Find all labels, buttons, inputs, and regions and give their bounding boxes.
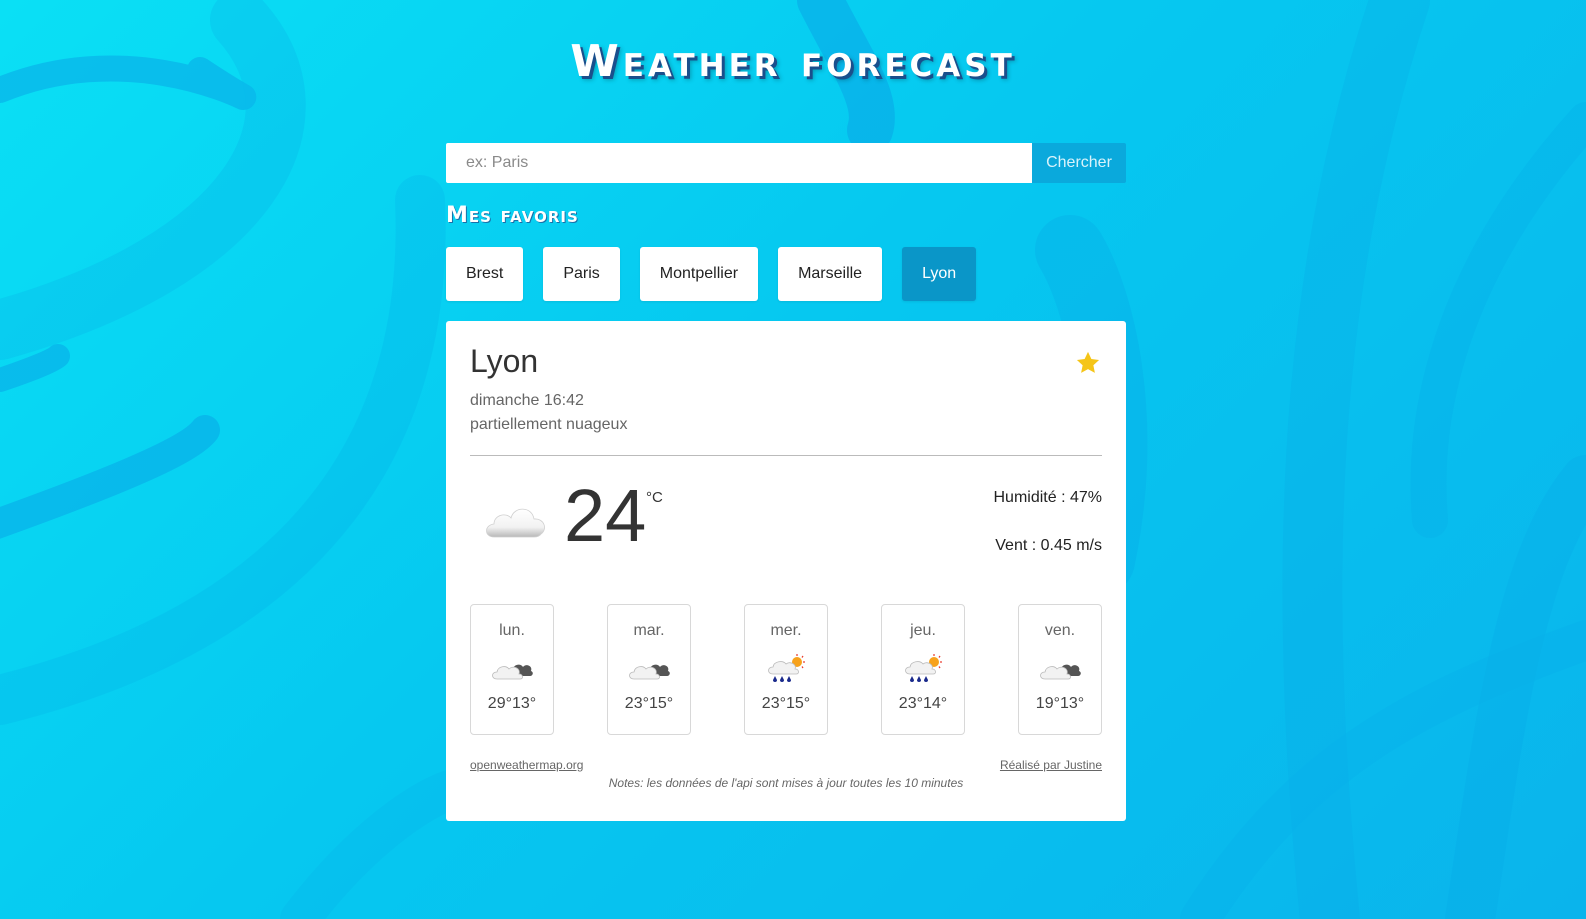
date-time: dimanche 16:42 xyxy=(470,392,584,409)
forecast-temps: 23°15° xyxy=(761,695,811,712)
forecast-temps: 19°13° xyxy=(1035,695,1085,712)
partly-cloudy-icon xyxy=(629,664,670,680)
forecast-day: ven. 19°13° xyxy=(1018,604,1102,735)
forecast-day-name: ven. xyxy=(1044,622,1076,639)
source-link[interactable]: openweathermap.org xyxy=(470,758,583,772)
divider xyxy=(470,455,1102,456)
forecast-day: mar. 23°15° xyxy=(607,604,691,735)
forecast-temps: 23°14° xyxy=(898,695,948,712)
page-title: Weather forecast xyxy=(570,36,1016,87)
rain-sun-icon xyxy=(768,654,805,682)
api-notes: Notes: les données de l'api sont mises à… xyxy=(608,776,964,790)
city-name: Lyon xyxy=(470,343,539,379)
rain-sun-icon xyxy=(905,654,942,682)
star-icon[interactable] xyxy=(1074,349,1102,377)
forecast-day-name: lun. xyxy=(499,622,525,639)
forecast-list: lun. 29°13° mar. 23°15° mer. 23°15° jeu.… xyxy=(470,604,1102,735)
app-root: Weather forecast Chercher Mes favoris Br… xyxy=(0,0,1586,919)
forecast-temps: 23°15° xyxy=(624,695,674,712)
weather-description: partiellement nuageux xyxy=(470,416,628,433)
favorite-brest[interactable]: Brest xyxy=(446,247,524,301)
temperature-unit: °C xyxy=(646,489,663,506)
partly-cloudy-icon xyxy=(492,664,533,680)
search-bar: Chercher xyxy=(446,143,1126,183)
search-input[interactable] xyxy=(446,143,1032,183)
favorites-list: Brest Paris Montpellier Marseille Lyon xyxy=(446,247,977,301)
favorite-lyon[interactable]: Lyon xyxy=(902,247,977,301)
favorite-marseille[interactable]: Marseille xyxy=(778,247,883,301)
forecast-day: lun. 29°13° xyxy=(470,604,554,735)
favorite-paris[interactable]: Paris xyxy=(543,247,620,301)
partly-cloudy-icon xyxy=(1040,664,1081,680)
search-button[interactable]: Chercher xyxy=(1032,143,1126,183)
forecast-day: jeu. 23°14° xyxy=(881,604,965,735)
forecast-day-name: jeu. xyxy=(910,622,936,639)
humidity: Humidité : 47% xyxy=(993,489,1103,506)
forecast-temps: 29°13° xyxy=(487,695,537,712)
forecast-day-name: mar. xyxy=(633,622,665,639)
current-temperature: 24 xyxy=(564,474,647,557)
favorites-heading: Mes favoris xyxy=(446,203,579,228)
credit-link[interactable]: Réalisé par Justine xyxy=(1000,758,1102,772)
favorite-montpellier[interactable]: Montpellier xyxy=(639,247,759,301)
cloud-icon xyxy=(486,508,545,538)
forecast-day-name: mer. xyxy=(770,622,802,639)
weather-card: Lyon dimanche 16:42 partiellement nuageu… xyxy=(446,321,1126,821)
wind-speed: Vent : 0.45 m/s xyxy=(995,537,1102,554)
forecast-day: mer. 23°15° xyxy=(744,604,828,735)
